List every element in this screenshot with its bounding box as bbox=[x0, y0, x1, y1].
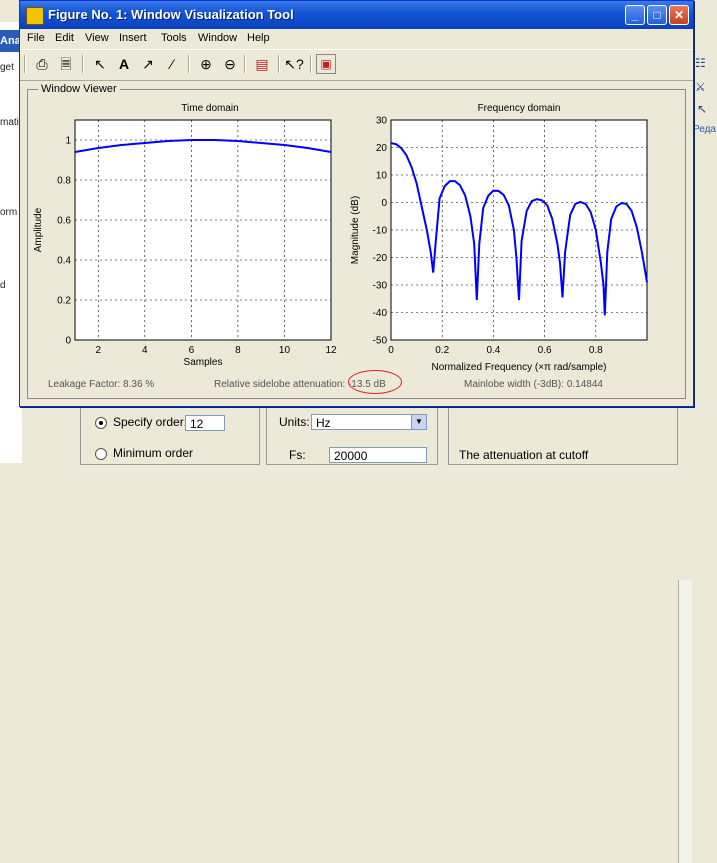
toolbar-separator bbox=[188, 55, 190, 73]
time-x-tick-label: 10 bbox=[279, 345, 291, 356]
toolbar-separator bbox=[244, 55, 246, 73]
leakage-factor-text: Leakage Factor: 8.36 % bbox=[48, 379, 155, 390]
freq-y-tick-label: 0 bbox=[381, 198, 387, 209]
figure-toolbar: ⎙ 🗏 ↖ A ↗ ∕ ⊕ ⊖ ▤ ↖? ▣ bbox=[20, 49, 693, 81]
time-y-tick-label: 0.6 bbox=[57, 216, 71, 227]
toolbar-grip bbox=[24, 55, 26, 73]
window-title: Figure No. 1: Window Visualization Tool bbox=[48, 7, 294, 22]
time-y-tick-label: 0.2 bbox=[57, 296, 71, 307]
time-x-tick-label: 12 bbox=[325, 345, 337, 356]
maximize-button[interactable]: □ bbox=[647, 5, 667, 25]
binoculars-icon[interactable]: ☷ bbox=[695, 56, 706, 70]
freq-x-tick-label: 0 bbox=[388, 345, 394, 356]
menu-file[interactable]: File bbox=[27, 32, 45, 44]
matlab-app-icon bbox=[26, 7, 44, 25]
freq-y-tick-label: -20 bbox=[373, 253, 388, 264]
order-input[interactable]: 12 bbox=[185, 415, 225, 431]
units-value: Hz bbox=[316, 416, 331, 430]
red-annotation-circle bbox=[348, 370, 402, 394]
toolbar-separator bbox=[310, 55, 312, 73]
minimum-order-label: Minimum order bbox=[113, 446, 194, 460]
menu-view[interactable]: View bbox=[85, 32, 109, 44]
minimize-button[interactable]: _ bbox=[625, 5, 645, 25]
zoom-out-icon[interactable]: ⊖ bbox=[220, 54, 240, 74]
time-x-tick-label: 2 bbox=[95, 345, 101, 356]
fs-input[interactable]: 20000 bbox=[329, 447, 427, 463]
toolbar-separator bbox=[82, 55, 84, 73]
window-viewer-panel: Window Viewer Time domain Frequency doma… bbox=[27, 83, 686, 399]
insert-text-icon[interactable]: A bbox=[114, 54, 134, 74]
print-icon[interactable]: ⎙ bbox=[32, 54, 52, 74]
background-right-toolbar: ☷ ⚔ ↖ Реда bbox=[691, 22, 717, 463]
minimum-order-radio[interactable] bbox=[95, 448, 107, 460]
time-y-tick-label: 1 bbox=[65, 136, 71, 147]
zoom-in-icon[interactable]: ⊕ bbox=[196, 54, 216, 74]
filter-order-panel: Specify order: 12 Minimum order bbox=[80, 405, 260, 465]
freq-axes bbox=[390, 119, 648, 341]
freq-y-tick-label: -50 bbox=[373, 336, 388, 347]
freq-x-tick-label: 0.8 bbox=[589, 345, 603, 356]
mainlobe-width-text: Mainlobe width (-3dB): 0.14844 bbox=[464, 379, 603, 390]
time-x-tick-label: 6 bbox=[189, 345, 195, 356]
units-select[interactable]: Hz ▼ bbox=[311, 414, 427, 430]
time-x-tick-label: 4 bbox=[142, 345, 148, 356]
fs-label: Fs: bbox=[289, 448, 306, 462]
time-axes bbox=[74, 119, 332, 341]
window-viewer-label: Window Viewer bbox=[38, 83, 120, 95]
freq-x-tick-label: 0.6 bbox=[538, 345, 552, 356]
background-scrollbar[interactable] bbox=[678, 580, 692, 863]
title-bar[interactable]: Figure No. 1: Window Visualization Tool … bbox=[20, 1, 693, 29]
time-y-tick-label: 0 bbox=[65, 336, 71, 347]
menu-bar: File Edit View Insert Tools Window Help bbox=[20, 30, 693, 48]
attenuation-text: The attenuation at cutoff bbox=[459, 448, 589, 462]
time-y-tick-label: 0.4 bbox=[57, 256, 71, 267]
time-ylabel: Amplitude bbox=[33, 207, 44, 252]
freq-y-tick-label: 20 bbox=[376, 143, 388, 154]
specify-order-radio[interactable] bbox=[95, 417, 107, 429]
undock-icon[interactable]: ▣ bbox=[316, 54, 336, 74]
figure-window: Figure No. 1: Window Visualization Tool … bbox=[19, 0, 694, 407]
background-left-fragment: d bbox=[0, 280, 6, 291]
chevron-down-icon[interactable]: ▼ bbox=[411, 415, 426, 429]
print-preview-icon[interactable]: 🗏 bbox=[56, 54, 76, 74]
background-dialog-area: Specify order: 12 Minimum order Units: H… bbox=[22, 400, 692, 863]
toolbar-separator bbox=[278, 55, 280, 73]
menu-insert[interactable]: Insert bbox=[119, 32, 147, 44]
time-y-tick-label: 0.8 bbox=[57, 176, 71, 187]
frequency-domain-plot[interactable]: 0 0.2 0.4 0.6 0.8 -50 -40 -30 -20 -10 0 10 20 30 Magn… bbox=[346, 110, 676, 365]
units-label: Units: bbox=[279, 415, 310, 429]
menu-window[interactable]: Window bbox=[198, 32, 237, 44]
freq-x-tick-label: 0.4 bbox=[486, 345, 500, 356]
freq-y-tick-label: -10 bbox=[373, 226, 388, 237]
close-button[interactable]: ✕ bbox=[669, 5, 689, 25]
background-right-fragment: Реда bbox=[693, 124, 716, 135]
time-plot-xlabel: Samples bbox=[183, 357, 223, 368]
magnitude-spec-panel: The attenuation at cutoff bbox=[448, 405, 678, 465]
menu-edit[interactable]: Edit bbox=[55, 32, 74, 44]
specify-order-label: Specify order: bbox=[113, 415, 188, 429]
frequency-spec-panel: Units: Hz ▼ Fs: 20000 bbox=[266, 405, 438, 465]
insert-arrow-icon[interactable]: ↗ bbox=[138, 54, 158, 74]
freq-y-tick-label: -30 bbox=[373, 281, 388, 292]
replace-icon[interactable]: ⚔ bbox=[695, 80, 706, 94]
background-left-fragment: get bbox=[0, 62, 14, 73]
menu-help[interactable]: Help bbox=[247, 32, 270, 44]
whats-this-icon[interactable]: ↖? bbox=[284, 54, 304, 74]
freq-y-tick-label: 10 bbox=[376, 171, 388, 182]
freq-y-tick-label: -40 bbox=[373, 308, 388, 319]
edit-pointer-icon[interactable]: ↖ bbox=[90, 54, 110, 74]
menu-tools[interactable]: Tools bbox=[161, 32, 187, 44]
window-designer-icon[interactable]: ▤ bbox=[252, 54, 272, 74]
freq-x-tick-label: 0.2 bbox=[435, 345, 449, 356]
insert-line-icon[interactable]: ∕ bbox=[162, 54, 182, 74]
pointer-icon[interactable]: ↖ bbox=[697, 102, 707, 116]
freq-y-tick-label: 30 bbox=[376, 116, 388, 127]
time-domain-plot[interactable]: 2 4 6 8 10 12 0 0.2 0.4 0.6 0.8 1 Amplitude bbox=[28, 110, 348, 365]
time-x-tick-label: 8 bbox=[235, 345, 241, 356]
freq-plot-xlabel: Normalized Frequency (×π rad/sample) bbox=[431, 362, 607, 373]
freq-ylabel: Magnitude (dB) bbox=[350, 196, 361, 264]
